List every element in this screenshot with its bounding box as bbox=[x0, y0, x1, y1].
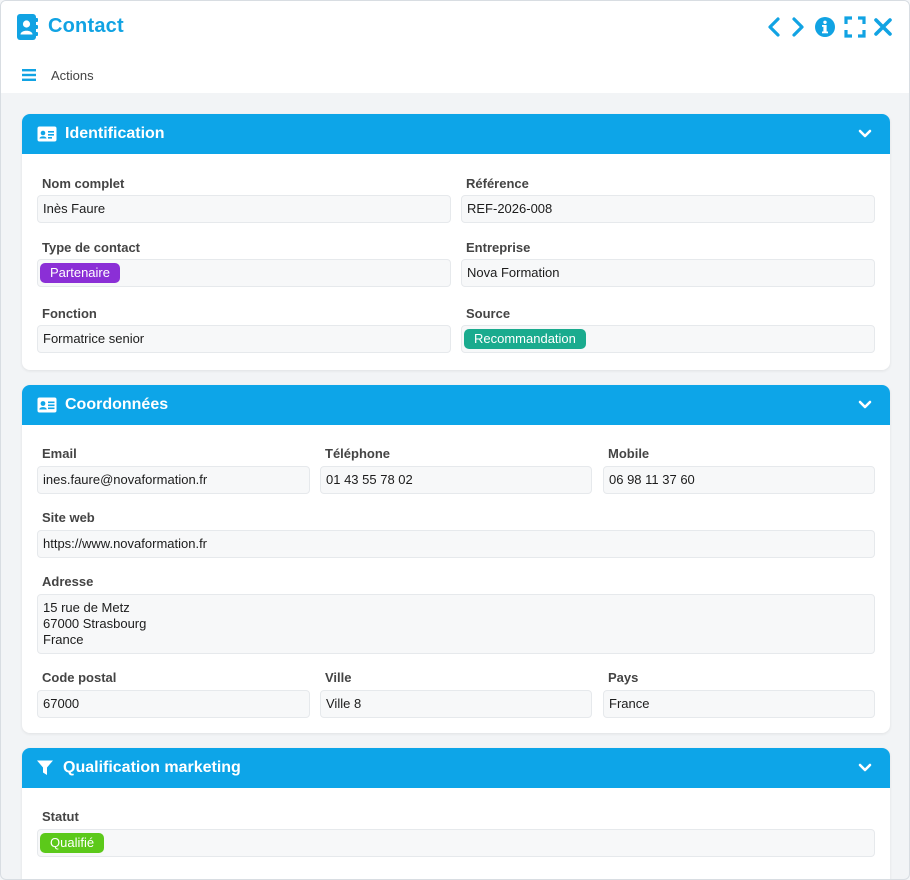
identification-title: Identification bbox=[65, 125, 165, 142]
adresse-label: Adresse bbox=[42, 574, 94, 589]
code-postal-label: Code postal bbox=[42, 670, 117, 685]
identification-header[interactable]: Identification bbox=[22, 114, 890, 154]
statut-label: Statut bbox=[42, 809, 79, 824]
entreprise-field[interactable]: Nova Formation bbox=[461, 259, 875, 287]
site-web-field[interactable]: https://www.novaformation.fr bbox=[37, 530, 875, 558]
type-contact-label: Type de contact bbox=[42, 240, 141, 255]
identification-panel: Identification Nom complet Inès Faure Ré… bbox=[22, 114, 890, 370]
type-contact-badge: Partenaire bbox=[40, 263, 120, 283]
reference-field[interactable]: REF-2026-008 bbox=[461, 195, 875, 223]
telephone-label: Téléphone bbox=[325, 446, 391, 461]
info-icon[interactable] bbox=[814, 16, 836, 38]
ville-field[interactable]: Ville 8 bbox=[320, 690, 592, 718]
nom-complet-label: Nom complet bbox=[42, 176, 125, 191]
coordonnees-title: Coordonnées bbox=[65, 396, 169, 413]
qualification-title: Qualification marketing bbox=[63, 759, 241, 776]
actions-menu[interactable]: Actions bbox=[51, 68, 94, 83]
adresse-line: France bbox=[43, 632, 84, 647]
address-book-icon bbox=[17, 14, 38, 40]
chevron-down-icon[interactable] bbox=[858, 399, 872, 411]
entreprise-label: Entreprise bbox=[466, 240, 531, 255]
pays-field[interactable]: France bbox=[603, 690, 875, 718]
mobile-label: Mobile bbox=[608, 446, 650, 461]
adresse-field[interactable]: 15 rue de Metz 67000 Strasbourg France bbox=[37, 594, 875, 654]
mobile-field[interactable]: 06 98 11 37 60 bbox=[603, 466, 875, 494]
chevron-down-icon[interactable] bbox=[858, 762, 872, 774]
source-label: Source bbox=[466, 306, 511, 321]
coordonnees-panel: Coordonnées Email ines.faure@novaformati… bbox=[22, 385, 890, 733]
ville-label: Ville bbox=[325, 670, 352, 685]
reference-label: Référence bbox=[466, 176, 529, 191]
fullscreen-icon[interactable] bbox=[844, 16, 866, 38]
coordonnees-header[interactable]: Coordonnées bbox=[22, 385, 890, 425]
fonction-field[interactable]: Formatrice senior bbox=[37, 325, 451, 353]
adresse-line: 15 rue de Metz bbox=[43, 600, 130, 615]
address-card-icon bbox=[37, 397, 57, 413]
pays-label: Pays bbox=[608, 670, 639, 685]
chevron-right-icon[interactable] bbox=[786, 16, 808, 38]
nom-complet-field[interactable]: Inès Faure bbox=[37, 195, 451, 223]
email-label: Email bbox=[42, 446, 77, 461]
qualification-panel: Qualification marketing Statut Qualifié bbox=[22, 748, 890, 879]
qualification-header[interactable]: Qualification marketing bbox=[22, 748, 890, 788]
action-bar: Actions bbox=[1, 53, 909, 93]
code-postal-field[interactable]: 67000 bbox=[37, 690, 310, 718]
filter-icon bbox=[37, 760, 53, 775]
close-icon[interactable] bbox=[872, 16, 894, 38]
email-field[interactable]: ines.faure@novaformation.fr bbox=[37, 466, 310, 494]
fonction-label: Fonction bbox=[42, 306, 97, 321]
id-card-icon bbox=[37, 126, 57, 142]
source-badge: Recommandation bbox=[464, 329, 586, 349]
hamburger-icon[interactable] bbox=[22, 69, 36, 81]
title-bar: Contact bbox=[1, 1, 909, 53]
statut-field[interactable]: Qualifié bbox=[37, 829, 875, 857]
source-field[interactable]: Recommandation bbox=[461, 325, 875, 353]
telephone-field[interactable]: 01 43 55 78 02 bbox=[320, 466, 592, 494]
adresse-line: 67000 Strasbourg bbox=[43, 616, 147, 631]
statut-badge: Qualifié bbox=[40, 833, 105, 853]
contact-window: Contact Actions Identification Nom compl… bbox=[0, 0, 910, 880]
chevron-down-icon[interactable] bbox=[858, 128, 872, 140]
site-web-label: Site web bbox=[42, 510, 95, 525]
window-title: Contact bbox=[48, 15, 124, 37]
type-contact-field[interactable]: Partenaire bbox=[37, 259, 451, 287]
chevron-left-icon[interactable] bbox=[764, 16, 786, 38]
